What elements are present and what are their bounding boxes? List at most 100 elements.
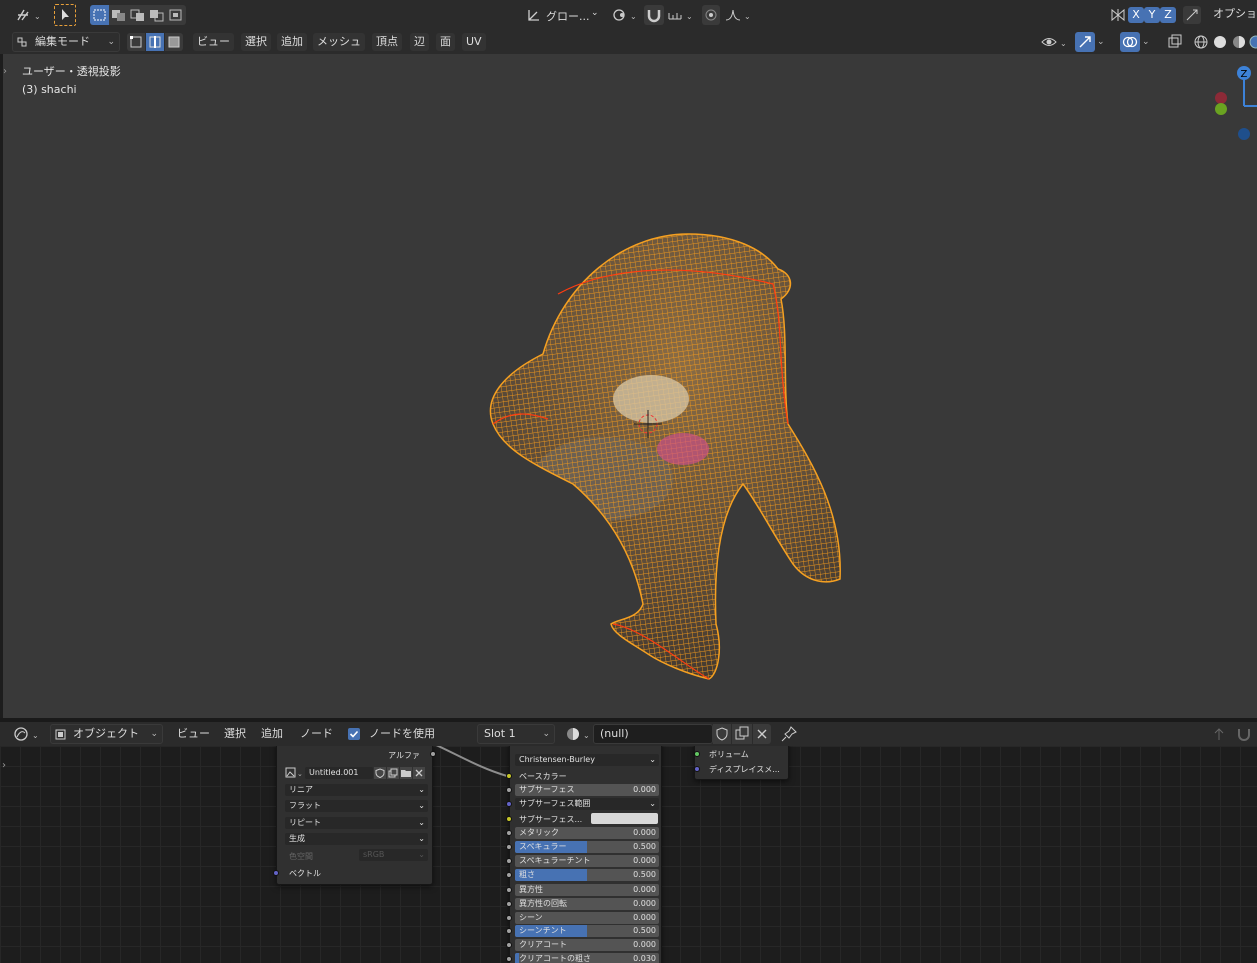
transform-orientation-dropdown[interactable]: グロー... ⌄ [524, 5, 602, 25]
node-editor-canvas[interactable]: › アルファ ⌄ Untitled.001 リニア ⌄ フラット ⌄ リピート ⌄ 生… [0, 746, 1257, 963]
fake-user-button[interactable] [713, 724, 731, 744]
face-select-button[interactable] [165, 33, 183, 51]
shading-rendered-button[interactable] [1248, 32, 1257, 52]
metallic-socket[interactable] [506, 830, 512, 836]
projection-dropdown[interactable]: フラット ⌄ [285, 800, 428, 812]
menu-mesh[interactable]: メッシュ [313, 33, 365, 51]
pin-button[interactable] [779, 724, 799, 744]
sheen-tint-field[interactable]: シーンチント 0.500 [515, 925, 659, 937]
image-fake-user-button[interactable] [374, 767, 386, 779]
editor-mode-dropdown[interactable]: 編集モード ⌄ [12, 32, 120, 52]
overlays-dropdown[interactable]: ⌄ [1142, 32, 1156, 52]
mesh-object-shachi[interactable] [473, 224, 853, 694]
clearcoat-socket[interactable] [506, 942, 512, 948]
material-name-field[interactable]: (null) [593, 724, 713, 744]
tool-settings-button[interactable]: ⌄ [14, 5, 42, 25]
displacement-input-socket[interactable] [694, 766, 700, 772]
new-material-button[interactable] [732, 724, 752, 744]
menu-edge[interactable]: 辺 [410, 33, 429, 51]
shading-solid-button[interactable] [1210, 32, 1230, 52]
mirror-y-button[interactable]: Y [1144, 7, 1160, 23]
navigation-gizmo[interactable]: Z [1203, 60, 1257, 150]
sheen-tint-socket[interactable] [506, 928, 512, 934]
proportional-editing-button[interactable] [702, 5, 720, 25]
gizmo-dropdown[interactable]: ⌄ [1097, 32, 1111, 52]
extension-dropdown[interactable]: リピート ⌄ [285, 817, 428, 829]
anisotropic-rotation-socket[interactable] [506, 901, 512, 907]
node-menu-view[interactable]: ビュー [173, 725, 214, 743]
gizmo-x-negative[interactable] [1215, 92, 1227, 104]
base-color-socket[interactable] [506, 773, 512, 779]
select-new-button[interactable] [90, 5, 109, 25]
subsurface-field[interactable]: サブサーフェス 0.000 [515, 784, 659, 796]
falloff-dropdown[interactable]: ⌄ [724, 5, 752, 25]
toolbar-expand-arrow[interactable]: › [3, 66, 7, 77]
sheen-socket[interactable] [506, 915, 512, 921]
specular-tint-field[interactable]: スペキュラーチント 0.000 [515, 855, 659, 867]
anisotropic-rotation-field[interactable]: 異方性の回転 0.000 [515, 898, 659, 910]
snap-node-button[interactable] [1235, 725, 1253, 743]
specular-socket[interactable] [506, 844, 512, 850]
3d-viewport[interactable]: › ユーザー・透視投影 (3) shachi Z [3, 54, 1257, 718]
metallic-field[interactable]: メタリック 0.000 [515, 827, 659, 839]
image-open-button[interactable] [400, 767, 412, 779]
unlink-material-button[interactable] [753, 724, 771, 744]
image-name-field[interactable]: Untitled.001 [305, 767, 373, 779]
shading-wireframe-button[interactable] [1191, 32, 1211, 52]
menu-view[interactable]: ビュー [193, 33, 234, 51]
clearcoat-field[interactable]: クリアコート 0.000 [515, 939, 659, 951]
node-menu-node[interactable]: ノード [296, 725, 337, 743]
auto-merge-button[interactable] [1183, 6, 1201, 24]
roughness-socket[interactable] [506, 872, 512, 878]
gizmo-y-positive[interactable] [1215, 103, 1227, 115]
select-tool-button[interactable] [54, 4, 76, 26]
menu-vertex[interactable]: 頂点 [372, 33, 402, 51]
subsurface-radius-socket[interactable] [506, 801, 512, 807]
sidebar-expand-arrow[interactable]: › [2, 760, 6, 771]
specular-field[interactable]: スペキュラー 0.500 [515, 841, 659, 853]
subsurface-socket[interactable] [506, 787, 512, 793]
specular-tint-socket[interactable] [506, 858, 512, 864]
sheen-field[interactable]: シーン 0.000 [515, 912, 659, 924]
shading-material-button[interactable] [1229, 32, 1249, 52]
node-menu-add[interactable]: 追加 [257, 725, 287, 743]
select-intersect-button[interactable] [166, 5, 186, 25]
image-texture-node[interactable]: アルファ ⌄ Untitled.001 リニア ⌄ フラット ⌄ リピート ⌄ 生成 ⌄… [273, 746, 436, 885]
subsurface-color-socket[interactable] [506, 816, 512, 822]
overlays-toggle-button[interactable] [1120, 32, 1140, 52]
node-link[interactable] [430, 746, 510, 786]
xray-toggle-button[interactable] [1165, 32, 1185, 52]
image-unlink-button[interactable] [413, 767, 425, 779]
pivot-point-dropdown[interactable]: ⌄ [610, 5, 638, 25]
principled-bsdf-node[interactable]: Christensen-Burley ⌄ ベースカラー サブサーフェス 0.000 … [506, 746, 662, 963]
snap-target-dropdown[interactable]: ⌄ [666, 5, 694, 25]
subsurface-color-swatch[interactable] [591, 813, 658, 824]
image-new-button[interactable] [387, 767, 399, 779]
menu-add[interactable]: 追加 [277, 33, 307, 51]
vector-input-socket[interactable] [273, 870, 279, 876]
snap-toggle-button[interactable] [644, 5, 664, 25]
material-output-node[interactable]: ボリューム ディスプレイスメ... [694, 746, 789, 780]
clearcoat-roughness-socket[interactable] [506, 956, 512, 962]
vertex-select-button[interactable] [127, 33, 145, 51]
alpha-output-socket[interactable] [430, 751, 436, 757]
clearcoat-roughness-field[interactable]: クリアコートの粗さ 0.030 [515, 953, 659, 963]
volume-input-socket[interactable] [694, 751, 700, 757]
edge-select-button[interactable] [146, 33, 164, 51]
node-menu-select[interactable]: 選択 [220, 725, 250, 743]
use-nodes-checkbox[interactable] [348, 728, 360, 740]
mirror-x-button[interactable]: X [1128, 7, 1144, 23]
select-invert-button[interactable] [147, 5, 166, 25]
mirror-options-button[interactable] [1108, 5, 1128, 25]
gizmo-z-negative[interactable] [1238, 128, 1250, 140]
parent-node-tree-button[interactable] [1210, 725, 1228, 743]
menu-select[interactable]: 選択 [241, 33, 271, 51]
visibility-dropdown[interactable]: ⌄ [1040, 33, 1070, 51]
interpolation-dropdown[interactable]: リニア ⌄ [285, 784, 428, 796]
menu-face[interactable]: 面 [436, 33, 455, 51]
image-browse-button[interactable]: ⌄ [285, 767, 305, 779]
options-dropdown[interactable]: オプショ [1207, 5, 1257, 25]
subsurface-method-dropdown[interactable]: Christensen-Burley ⌄ [515, 754, 659, 766]
subsurface-radius-dropdown[interactable]: サブサーフェス範囲 ⌄ [515, 798, 659, 810]
material-slot-dropdown[interactable]: Slot 1 ⌄ [477, 724, 555, 744]
